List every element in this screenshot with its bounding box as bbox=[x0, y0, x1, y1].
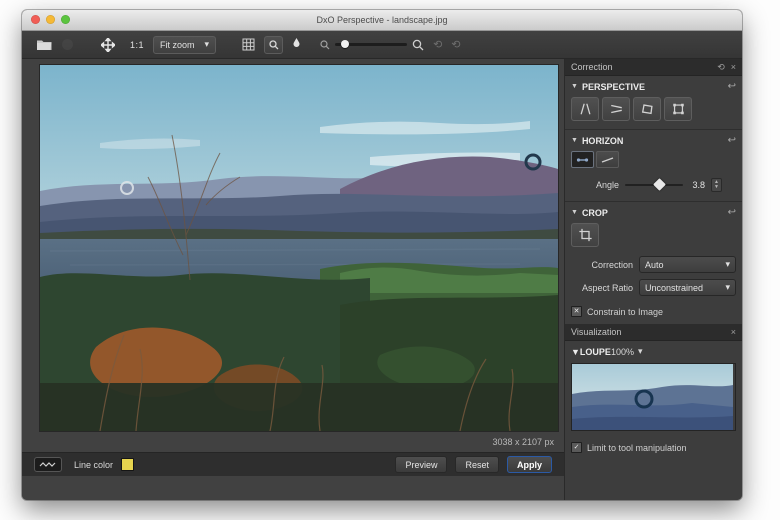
constrain-to-image-checkbox[interactable]: ✕ bbox=[571, 306, 582, 317]
loupe-zoom-value: 100% bbox=[611, 347, 634, 357]
image-canvas[interactable] bbox=[39, 64, 559, 432]
crop-section-label: CROP bbox=[582, 208, 608, 218]
open-file-icon[interactable] bbox=[36, 38, 53, 51]
app-window: DxO Perspective - landscape.jpg 1:1 Fit … bbox=[22, 10, 742, 500]
angle-label: Angle bbox=[571, 180, 619, 190]
aspect-ratio-row: Aspect Ratio Unconstrained ▾ bbox=[565, 276, 742, 299]
horizon-section-header[interactable]: ▼ HORIZON ↩ bbox=[565, 130, 742, 149]
crop-correction-value: Auto bbox=[645, 260, 664, 270]
force-rectangle-button[interactable] bbox=[633, 97, 661, 121]
footer-bar: Line color Preview Reset Apply bbox=[22, 452, 564, 476]
close-window-button[interactable] bbox=[31, 15, 40, 24]
fit-zoom-label: Fit zoom bbox=[160, 40, 195, 50]
force-horizontal-parallel-button[interactable] bbox=[602, 97, 630, 121]
loupe-preview[interactable] bbox=[571, 363, 736, 431]
stepper-down-icon[interactable]: ▼ bbox=[714, 185, 719, 190]
angle-row: Angle 3.8 ▲ ▼ bbox=[565, 172, 742, 202]
collapse-triangle-icon: ▼ bbox=[571, 209, 578, 216]
pan-tool-icon[interactable] bbox=[101, 38, 115, 52]
line-color-swatch[interactable] bbox=[121, 458, 134, 471]
visualization-panel-title: Visualization bbox=[571, 327, 621, 337]
chevron-down-icon: ▾ bbox=[205, 39, 210, 50]
canvas-column: 3038 x 2107 px Line color Preview Reset … bbox=[22, 59, 564, 500]
crop-correction-select[interactable]: Auto ▾ bbox=[639, 256, 736, 273]
chevron-down-icon: ▾ bbox=[725, 282, 730, 293]
force-8-points-button[interactable] bbox=[664, 97, 692, 121]
collapse-triangle-icon: ▼ bbox=[571, 347, 580, 357]
zoom-slider-group bbox=[320, 39, 424, 51]
reset-button[interactable]: Reset bbox=[455, 456, 499, 473]
zoom-window-button[interactable] bbox=[61, 15, 70, 24]
loupe-tool-button[interactable] bbox=[264, 36, 283, 54]
loupe-zoom-select[interactable]: 100% ▾ bbox=[611, 346, 643, 357]
traffic-lights bbox=[31, 15, 70, 24]
aspect-ratio-label: Aspect Ratio bbox=[571, 283, 633, 293]
crop-tool-button[interactable] bbox=[571, 223, 599, 247]
angle-slider-handle[interactable] bbox=[653, 178, 666, 191]
fit-zoom-dropdown[interactable]: Fit zoom ▾ bbox=[153, 36, 216, 54]
title-bar: DxO Perspective - landscape.jpg bbox=[22, 10, 742, 31]
collapse-panel-icon[interactable]: × bbox=[731, 327, 736, 337]
horizon-auto-level-button[interactable] bbox=[596, 151, 619, 168]
crop-correction-label: Correction bbox=[571, 260, 633, 270]
limit-to-tool-row: ✓ Limit to tool manipulation bbox=[565, 435, 742, 460]
image-dimensions-label: 3038 x 2107 px bbox=[492, 437, 554, 447]
zoom-slider-handle[interactable] bbox=[341, 40, 349, 48]
collapse-triangle-icon: ▼ bbox=[571, 83, 578, 90]
horizon-tools bbox=[565, 149, 742, 172]
chevron-down-icon: ▾ bbox=[638, 346, 643, 357]
chevron-down-icon: ▾ bbox=[725, 259, 730, 270]
crop-tools bbox=[565, 221, 742, 253]
zoom-in-icon[interactable] bbox=[412, 39, 424, 51]
crop-section-header[interactable]: ▼ CROP ↩ bbox=[565, 202, 742, 221]
perspective-tools bbox=[565, 95, 742, 130]
zoom-out-icon[interactable] bbox=[320, 40, 330, 50]
visualization-panel-header: Visualization × bbox=[565, 324, 742, 341]
aspect-ratio-value: Unconstrained bbox=[645, 283, 703, 293]
horizon-reset-icon[interactable]: ↩ bbox=[728, 135, 736, 146]
horizon-section-label: HORIZON bbox=[582, 136, 624, 146]
crop-reset-icon[interactable]: ↩ bbox=[728, 207, 736, 218]
zoom-slider[interactable] bbox=[335, 43, 407, 46]
redo-icon: ⟲ bbox=[451, 38, 460, 51]
preview-button[interactable]: Preview bbox=[395, 456, 447, 473]
angle-value: 3.8 bbox=[689, 180, 705, 190]
landscape-photo bbox=[40, 65, 558, 431]
correction-panel-header: Correction ⟲ × bbox=[565, 59, 742, 76]
zoom-1to1-button[interactable]: 1:1 bbox=[130, 40, 144, 50]
right-panel: Correction ⟲ × ▼ PERSPECTIVE ↩ bbox=[564, 59, 742, 500]
line-style-button[interactable] bbox=[34, 457, 62, 472]
limit-to-tool-label: Limit to tool manipulation bbox=[587, 443, 687, 453]
main-toolbar: 1:1 Fit zoom ▾ bbox=[22, 31, 742, 59]
collapse-triangle-icon: ▼ bbox=[571, 137, 578, 144]
angle-stepper[interactable]: ▲ ▼ bbox=[711, 178, 722, 192]
undo-icon: ⟲ bbox=[433, 38, 442, 51]
perspective-reset-icon[interactable]: ↩ bbox=[728, 81, 736, 92]
save-icon bbox=[62, 39, 73, 50]
limit-to-tool-checkbox[interactable]: ✓ bbox=[571, 442, 582, 453]
reset-all-icon[interactable]: ⟲ bbox=[717, 62, 725, 73]
constrain-to-image-label: Constrain to Image bbox=[587, 307, 663, 317]
angle-slider[interactable] bbox=[625, 184, 683, 186]
loupe-image bbox=[572, 364, 733, 430]
eyedropper-icon[interactable] bbox=[292, 38, 301, 52]
loupe-section-label: LOUPE bbox=[580, 347, 611, 357]
line-color-label: Line color bbox=[74, 460, 113, 470]
constrain-to-image-row: ✕ Constrain to Image bbox=[565, 299, 742, 324]
window-title: DxO Perspective - landscape.jpg bbox=[316, 15, 447, 25]
grid-overlay-icon[interactable] bbox=[242, 38, 255, 51]
perspective-section-label: PERSPECTIVE bbox=[582, 82, 645, 92]
force-vertical-parallel-button[interactable] bbox=[571, 97, 599, 121]
content-area: 3038 x 2107 px Line color Preview Reset … bbox=[22, 59, 742, 500]
aspect-ratio-select[interactable]: Unconstrained ▾ bbox=[639, 279, 736, 296]
crop-correction-row: Correction Auto ▾ bbox=[565, 253, 742, 276]
perspective-section-header[interactable]: ▼ PERSPECTIVE ↩ bbox=[565, 76, 742, 95]
minimize-window-button[interactable] bbox=[46, 15, 55, 24]
horizon-line-tool-button[interactable] bbox=[571, 151, 594, 168]
apply-button[interactable]: Apply bbox=[507, 456, 552, 473]
collapse-panel-icon[interactable]: × bbox=[731, 62, 736, 72]
correction-panel-title: Correction bbox=[571, 62, 613, 72]
loupe-section-header[interactable]: ▼ LOUPE 100% ▾ bbox=[565, 341, 742, 360]
